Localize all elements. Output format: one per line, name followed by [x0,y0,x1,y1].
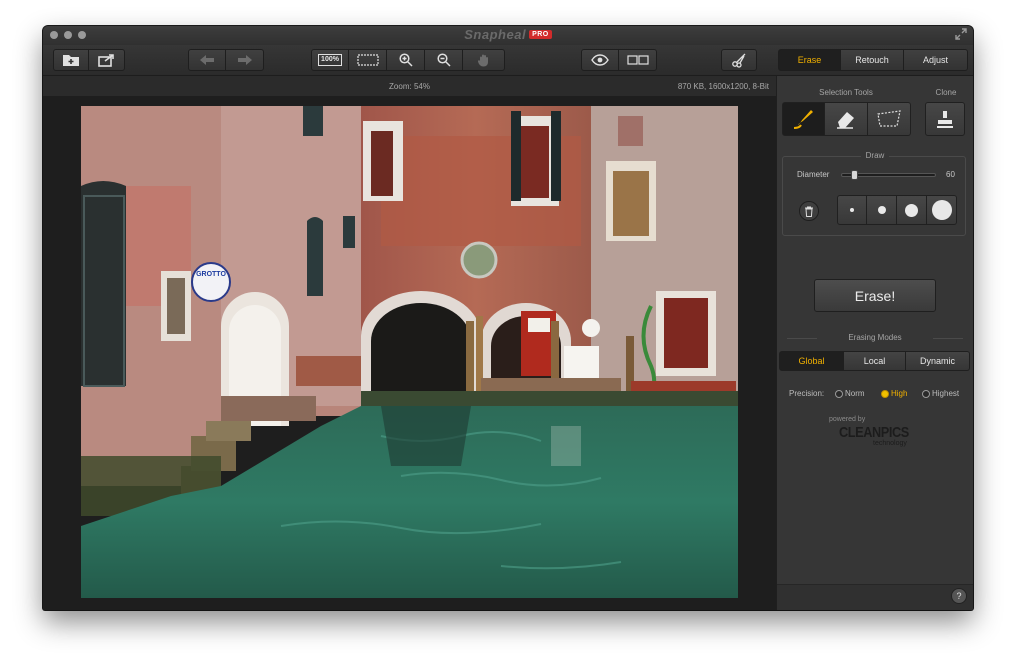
dot-icon [905,203,918,217]
side-panel: Selection Tools Clone Draw Diameter 60 E… [776,76,973,610]
clear-selection-button[interactable] [799,201,819,221]
fit-screen-button[interactable] [349,49,387,71]
cleanpics-tagline: technology [873,440,907,447]
radio-norm[interactable] [835,389,843,398]
precision-high-label: High [891,389,908,398]
window-title: Snapheal PRO [43,27,973,42]
precision-norm-label: Norm [845,389,865,398]
precision-highest[interactable]: Highest [922,389,959,398]
precision-high[interactable]: High [881,389,907,398]
dot-icon [931,200,952,220]
precision-label: Precision: [789,389,825,398]
radio-highest[interactable] [922,389,930,398]
clone-stamp-button[interactable] [925,102,965,136]
trash-icon [805,206,813,217]
draw-label: Draw [860,151,890,160]
undo-button[interactable] [188,49,226,71]
crop-button[interactable] [721,49,757,71]
open-image-icon [63,55,79,66]
compare-icon [626,55,649,65]
eraser-icon [837,112,854,129]
dot-icon [877,206,886,214]
precision-highest-label: Highest [932,389,960,398]
compare-button[interactable] [619,49,657,71]
crop-icon [732,53,746,68]
open-image-button[interactable] [53,49,89,71]
brush-size-m[interactable] [897,195,927,225]
app-window: Snapheal PRO 100% Erase Retouch Adjust Z… [43,26,973,610]
tab-erase[interactable]: Erase [778,49,841,71]
venice-canal-photo[interactable]: GROTTO [81,106,738,598]
shop-sign-text: GROTTO [196,271,226,278]
share-icon [97,54,114,67]
brush-tool-button[interactable] [782,102,825,136]
eraser-tool-button[interactable] [825,102,868,136]
zoom-in-icon [398,53,413,67]
clone-stamp-icon [937,111,953,128]
cleanpics-logo: CLEANPICS [839,424,909,441]
zoom-out-icon [436,53,451,67]
tab-adjust[interactable]: Adjust [904,49,968,71]
hand-tool-button[interactable] [463,49,505,71]
brush-size-l[interactable] [927,195,957,225]
title-bar: Snapheal PRO [43,26,973,45]
precision-norm[interactable]: Norm [835,389,865,398]
brush-icon [793,110,813,129]
redo-icon [237,55,252,65]
zoom-level: Zoom: 54% [389,82,430,91]
mode-tabs: Erase Retouch Adjust [778,49,968,71]
image-canvas[interactable]: GROTTO [43,96,776,610]
lasso-tool-button[interactable] [868,102,911,136]
pro-badge: PRO [529,30,552,40]
diameter-value: 60 [946,170,955,179]
help-button[interactable]: ? [951,588,967,604]
diameter-label: Diameter [797,170,830,179]
undo-icon [200,55,214,65]
share-button[interactable] [89,49,125,71]
actual-size-button[interactable]: 100% [311,49,349,71]
selection-tools-label: Selection Tools [819,88,873,97]
erase-button[interactable]: Erase! [814,279,936,312]
draw-group: Draw Diameter 60 [782,151,966,236]
hand-icon [477,54,488,67]
radio-high[interactable] [881,389,889,398]
erasing-modes-label: Erasing Modes [848,333,902,342]
tab-retouch[interactable]: Retouch [841,49,904,71]
clone-label: Clone [935,88,957,97]
zoom-out-button[interactable] [425,49,463,71]
preview-eye-icon [591,54,609,66]
fit-screen-icon [356,54,379,66]
diameter-slider[interactable] [841,170,936,180]
lasso-polygon-icon [877,110,901,127]
brush-size-xs[interactable] [837,195,867,225]
mode-local[interactable]: Local [844,351,906,371]
app-name: Snapheal [464,27,527,42]
brush-size-s[interactable] [867,195,897,225]
brush-size-presets [837,195,957,225]
preview-button[interactable] [581,49,619,71]
info-bar: Zoom: 54% 870 KB, 1600x1200, 8-Bit [43,76,776,96]
toolbar: 100% Erase Retouch Adjust [43,45,973,76]
fullscreen-icon[interactable] [955,28,967,40]
powered-by-text: powered by [829,416,866,423]
diameter-slider-knob[interactable] [851,170,858,180]
image-info: 870 KB, 1600x1200, 8-Bit [677,82,769,91]
dot-icon [850,208,854,212]
mode-dynamic[interactable]: Dynamic [906,351,970,371]
redo-button[interactable] [226,49,264,71]
zoom-in-button[interactable] [387,49,425,71]
mode-global[interactable]: Global [779,351,844,371]
actual-size-icon: 100% [318,54,342,66]
